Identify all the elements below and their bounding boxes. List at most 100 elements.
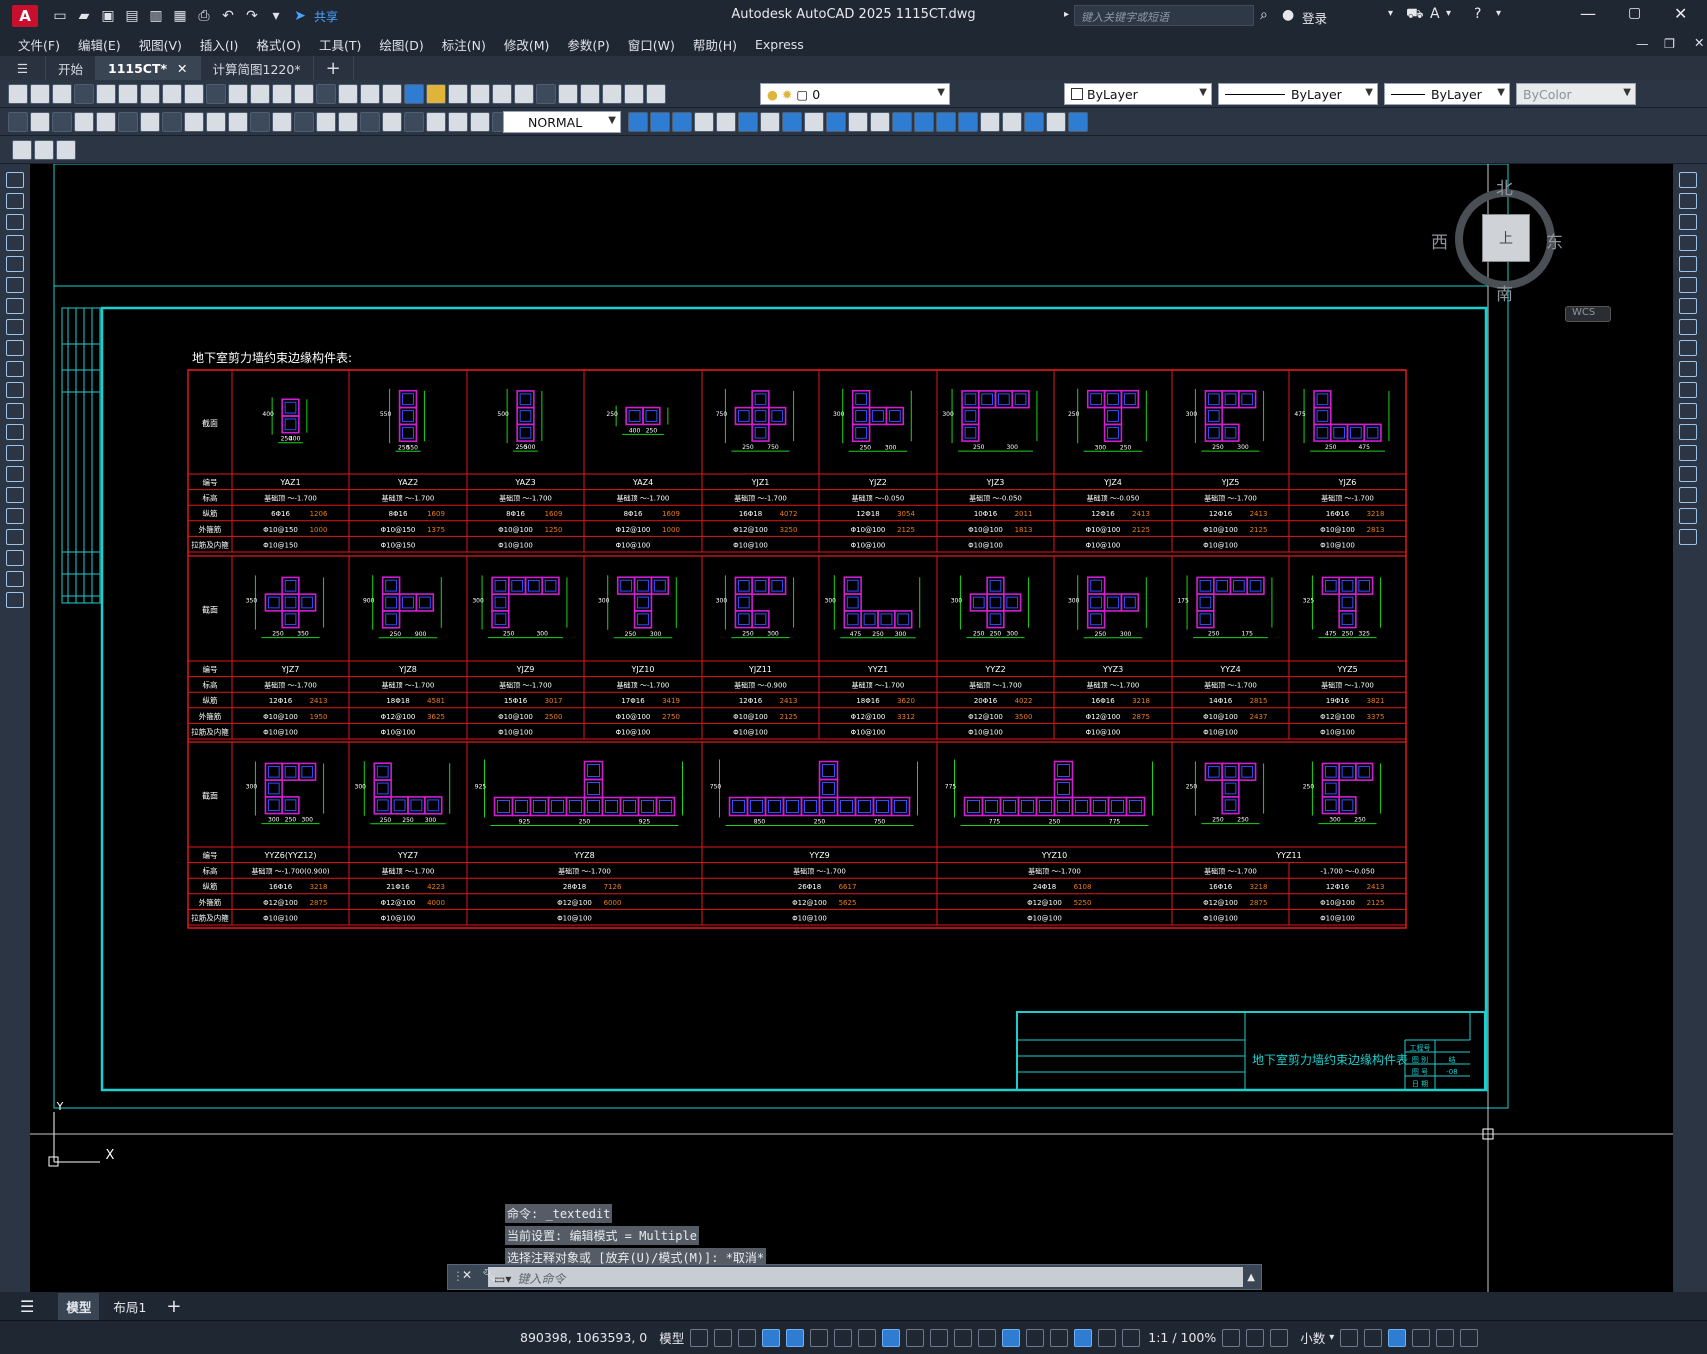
- toolbar-tool-icon[interactable]: [96, 84, 116, 104]
- isodraft-icon[interactable]: [834, 1328, 853, 1347]
- toolbar-tool-icon[interactable]: [628, 112, 648, 132]
- tab-layout1[interactable]: 布局1: [113, 1297, 146, 1316]
- menu-item[interactable]: 标注(N): [442, 35, 486, 54]
- toolbar-tool-icon[interactable]: [650, 112, 670, 132]
- chevron-down-icon[interactable]: ▾: [1329, 1332, 1334, 1343]
- toolbar-tool-icon[interactable]: [804, 112, 824, 132]
- save-as-icon[interactable]: ▤: [122, 6, 142, 26]
- toolbar-tool-icon[interactable]: [870, 112, 890, 132]
- plotstyle-dropdown[interactable]: ByColor ▼: [1516, 83, 1636, 105]
- vertical-tool-icon[interactable]: [6, 571, 24, 587]
- south-label[interactable]: 南: [1496, 280, 1513, 305]
- toolbar-tool-icon[interactable]: [184, 84, 204, 104]
- east-label[interactable]: 东: [1546, 228, 1563, 253]
- annotation-monitor-icon[interactable]: [1246, 1328, 1265, 1347]
- toolbar-tool-icon[interactable]: [936, 112, 956, 132]
- vertical-tool-icon[interactable]: [1679, 487, 1697, 503]
- share-label[interactable]: 共享: [314, 8, 338, 25]
- toolbar-tool-icon[interactable]: [74, 112, 94, 132]
- vertical-tool-icon[interactable]: [6, 592, 24, 608]
- toolbar-tool-icon[interactable]: [672, 112, 692, 132]
- coordinates-readout[interactable]: 890398, 1063593, 0: [520, 1330, 647, 1345]
- toolbar-tool-icon[interactable]: [140, 112, 160, 132]
- command-expand-icon[interactable]: ▲: [1247, 1272, 1255, 1283]
- toolbar-tool-icon[interactable]: [892, 112, 912, 132]
- vertical-tool-icon[interactable]: [6, 445, 24, 461]
- 3d-osnap-icon[interactable]: [978, 1328, 997, 1347]
- toolbar-tool-icon[interactable]: [52, 112, 72, 132]
- toolbar-tool-icon[interactable]: [228, 112, 248, 132]
- toolbar-tool-icon[interactable]: [52, 84, 72, 104]
- toolbar-tool-icon[interactable]: [228, 84, 248, 104]
- vertical-tool-icon[interactable]: [1679, 382, 1697, 398]
- web-save-icon[interactable]: ▥: [146, 6, 166, 26]
- menu-item[interactable]: 格式(O): [256, 35, 301, 54]
- toolbar-tool-icon[interactable]: [294, 112, 314, 132]
- vertical-tool-icon[interactable]: [1679, 319, 1697, 335]
- vertical-tool-icon[interactable]: [1679, 361, 1697, 377]
- dynamic-input-icon[interactable]: [762, 1328, 781, 1347]
- toolbar-tool-icon[interactable]: [206, 84, 226, 104]
- edit-icon[interactable]: [12, 140, 32, 160]
- vertical-tool-icon[interactable]: [6, 508, 24, 524]
- wcs-menu[interactable]: WCS: [1565, 306, 1611, 322]
- ortho-icon[interactable]: [786, 1328, 805, 1347]
- toolbar-tool-icon[interactable]: [624, 84, 644, 104]
- menu-item[interactable]: 帮助(H): [693, 35, 737, 54]
- table-icon[interactable]: [34, 140, 54, 160]
- dynamic-ucs-icon[interactable]: [1002, 1328, 1021, 1347]
- tab-close-icon[interactable]: ✕: [177, 61, 187, 76]
- clean-screen-icon[interactable]: [1388, 1328, 1407, 1347]
- vertical-tool-icon[interactable]: [1679, 298, 1697, 314]
- lineweight-icon[interactable]: [906, 1328, 925, 1347]
- app-logo-button[interactable]: A: [12, 5, 38, 27]
- search-expand-icon[interactable]: ▸: [1064, 9, 1069, 20]
- menu-item[interactable]: 工具(T): [319, 35, 361, 54]
- infer-icon[interactable]: [738, 1328, 757, 1347]
- vertical-tool-icon[interactable]: [6, 487, 24, 503]
- login-dropdown-icon[interactable]: ▾: [1388, 8, 1393, 19]
- graphics-performance-icon[interactable]: [1364, 1328, 1383, 1347]
- text-style-dropdown[interactable]: NORMAL ▼: [503, 111, 621, 133]
- vertical-tool-icon[interactable]: [6, 235, 24, 251]
- toolbar-tool-icon[interactable]: [250, 84, 270, 104]
- toolbar-tool-icon[interactable]: [382, 84, 402, 104]
- tab-model[interactable]: 模型: [58, 1292, 100, 1320]
- app-dropdown-icon[interactable]: ▾: [1446, 8, 1451, 19]
- toolbar-tool-icon[interactable]: [580, 84, 600, 104]
- status-menu-icon[interactable]: [1460, 1328, 1479, 1347]
- isolate-icon[interactable]: [1270, 1328, 1289, 1347]
- tab-calc[interactable]: 计算简图1220*: [201, 56, 314, 80]
- vertical-tool-icon[interactable]: [6, 193, 24, 209]
- vertical-tool-icon[interactable]: [6, 466, 24, 482]
- menu-item[interactable]: 参数(P): [567, 35, 609, 54]
- doc-close-icon[interactable]: ✕: [1694, 35, 1704, 50]
- toolbar-tool-icon[interactable]: [118, 84, 138, 104]
- toolbar-tool-icon[interactable]: [294, 84, 314, 104]
- toolbar-tool-icon[interactable]: [360, 112, 380, 132]
- toolbar-tool-icon[interactable]: [782, 112, 802, 132]
- selection-cycling-icon[interactable]: [954, 1328, 973, 1347]
- toolbar-tool-icon[interactable]: [382, 112, 402, 132]
- menu-item[interactable]: 窗口(W): [628, 35, 675, 54]
- toolbar-tool-icon[interactable]: [914, 112, 934, 132]
- customize-dropdown-icon[interactable]: ▾: [266, 6, 286, 26]
- menu-item[interactable]: 编辑(E): [78, 35, 121, 54]
- color-dropdown[interactable]: ByLayer ▼: [1064, 83, 1212, 105]
- west-label[interactable]: 西: [1431, 228, 1448, 253]
- web-open-icon[interactable]: ▦: [170, 6, 190, 26]
- toolbar-tool-icon[interactable]: [448, 84, 468, 104]
- toolbar-tool-icon[interactable]: [980, 112, 1000, 132]
- layer-dropdown[interactable]: ● ✹ ▢ 0 ▼: [760, 83, 950, 105]
- vertical-tool-icon[interactable]: [1679, 277, 1697, 293]
- search-input[interactable]: 键入关键字或短语: [1074, 5, 1254, 26]
- lineweight-dropdown[interactable]: ByLayer ▼: [1384, 83, 1510, 105]
- toolbar-tool-icon[interactable]: [96, 112, 116, 132]
- hamburger-icon[interactable]: ☰: [0, 56, 46, 80]
- annotation-visibility-icon[interactable]: [1074, 1328, 1093, 1347]
- toolbar-tool-icon[interactable]: [404, 112, 424, 132]
- toolbar-tool-icon[interactable]: [360, 84, 380, 104]
- toolbar-tool-icon[interactable]: [958, 112, 978, 132]
- toolbar-tool-icon[interactable]: [848, 112, 868, 132]
- workspace-gear-icon[interactable]: [1222, 1328, 1241, 1347]
